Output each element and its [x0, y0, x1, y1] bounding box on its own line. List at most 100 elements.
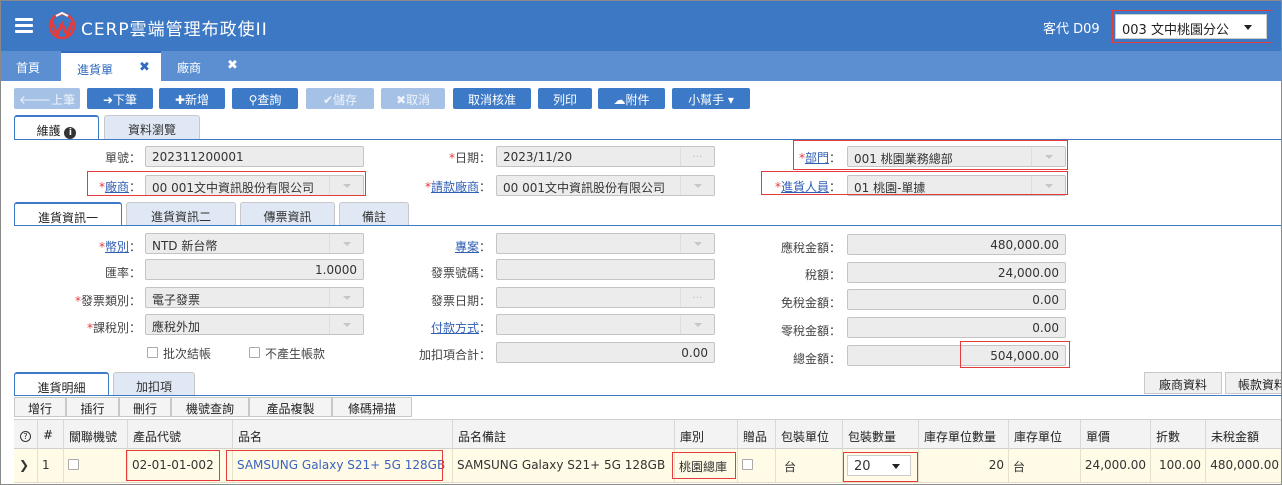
tab-purchase-order[interactable]: 進貨單 ✖: [61, 51, 161, 81]
account-info-button[interactable]: 帳款資料: [1225, 372, 1281, 394]
attach-button[interactable]: ☁附件: [598, 88, 665, 109]
divider: [14, 395, 1281, 396]
table-row[interactable]: ❯ 1 02-01-01-002 SAMSUNG Galaxy S21+ 5G …: [14, 449, 1281, 483]
stock-qty-cell[interactable]: 20: [919, 449, 1009, 483]
insert-row-button[interactable]: 插行: [66, 397, 119, 417]
payment-link[interactable]: 付款方式: [431, 321, 479, 335]
dropdown-icon[interactable]: [1031, 147, 1065, 166]
calendar-button[interactable]: …: [680, 147, 714, 166]
payment-select[interactable]: [496, 314, 715, 335]
page-tabs: 首頁 進貨單 ✖ 廠商 ✖: [1, 51, 1281, 81]
taxable-field: 480,000.00: [847, 234, 1066, 255]
taxable-label: 應稅金額：: [780, 241, 841, 255]
date-field[interactable]: 2023/11/20…: [496, 146, 715, 167]
stock-unit-cell[interactable]: 台: [1009, 449, 1081, 483]
warehouse-cell[interactable]: 桃園總庫: [675, 449, 738, 483]
save-button[interactable]: ✔儲存: [306, 88, 374, 109]
no-ap-checkbox[interactable]: [249, 347, 260, 358]
price-cell[interactable]: 24,000.00: [1081, 449, 1151, 483]
vendor-select[interactable]: 00 001文中資訊股份有限公司: [145, 175, 364, 196]
invoice-no-field[interactable]: [496, 259, 715, 280]
pack-qty-select[interactable]: 20: [847, 455, 911, 476]
tab-voucher[interactable]: 傳票資訊: [240, 202, 335, 226]
invoice-type-select[interactable]: 電子發票: [145, 287, 364, 308]
tab-vendor[interactable]: 廠商 ✖: [161, 51, 251, 81]
payment-label: 付款方式：: [430, 321, 491, 335]
product-note-cell[interactable]: SAMSUNG Galaxy S21+ 5G 128GB: [453, 449, 675, 483]
invoice-date-field[interactable]: …: [496, 287, 715, 308]
tab-deduct-items[interactable]: 加扣項: [113, 372, 195, 396]
barcode-scan-button[interactable]: 條碼掃描: [332, 397, 412, 417]
dropdown-icon[interactable]: [680, 176, 714, 195]
delete-row-button[interactable]: 刪行: [119, 397, 171, 417]
zero-tax-label: 零稅金額：: [780, 324, 841, 338]
tab-home[interactable]: 首頁: [1, 51, 61, 81]
caret-down-icon: ▾: [724, 93, 734, 107]
menu-icon[interactable]: [15, 18, 33, 33]
vendor-info-button[interactable]: 廠商資料: [1144, 372, 1222, 394]
dropdown-icon[interactable]: [680, 315, 714, 334]
pack-unit-cell[interactable]: 台: [776, 449, 843, 483]
cancel-button[interactable]: ✖取消: [381, 88, 445, 109]
row-index: 1: [38, 449, 64, 483]
cancel-approve-button[interactable]: 取消核准: [453, 88, 531, 109]
dept-link[interactable]: 部門: [805, 151, 829, 165]
buyer-link[interactable]: 進貨人員: [781, 180, 829, 194]
copy-product-button[interactable]: 產品複製: [249, 397, 332, 417]
add-button[interactable]: ✚新增: [159, 88, 225, 109]
arrow-right-icon: ➜: [102, 93, 114, 107]
deduct-field: 0.00: [496, 342, 715, 363]
add-row-button[interactable]: 增行: [14, 397, 66, 417]
project-link[interactable]: 專案: [455, 240, 479, 254]
serial-query-button[interactable]: 機號查詢: [171, 397, 249, 417]
project-select[interactable]: [496, 233, 715, 254]
query-button[interactable]: ⚲查詢: [232, 88, 298, 109]
vendor-label: *廠商：: [98, 180, 141, 194]
link-serial-checkbox[interactable]: [68, 459, 79, 470]
column-header: #: [38, 420, 64, 450]
next-button[interactable]: ➜下筆: [87, 88, 153, 109]
order-no-field[interactable]: 202311200001: [145, 146, 364, 167]
column-header: 包裝數量: [843, 420, 919, 450]
calendar-button[interactable]: …: [680, 288, 714, 307]
helper-button[interactable]: 小幫手 ▾: [672, 88, 750, 109]
gift-checkbox[interactable]: [742, 459, 753, 470]
tab-purchase-detail[interactable]: 進貨明細: [14, 372, 109, 396]
tab-browse[interactable]: 資料瀏覽: [104, 115, 200, 139]
pack-qty-cell[interactable]: 20: [843, 449, 919, 483]
gift-cell[interactable]: [738, 449, 776, 483]
tab-maintain[interactable]: 維護 i: [14, 115, 99, 139]
buyer-select[interactable]: 01 桃園-單據: [847, 175, 1066, 196]
caret-down-icon: [1244, 25, 1252, 30]
prev-button[interactable]: 🡐上筆: [14, 88, 80, 109]
invoice-type-label: *發票類別：: [74, 294, 141, 308]
tab-notes[interactable]: 備註: [339, 202, 409, 226]
currency-select[interactable]: NTD 新台幣: [145, 233, 364, 254]
batch-checkbox[interactable]: [147, 347, 158, 358]
tax-type-select[interactable]: 應稅外加: [145, 314, 364, 335]
dropdown-icon[interactable]: [329, 315, 363, 334]
currency-link[interactable]: 幣別: [105, 240, 129, 254]
help-icon[interactable]: ?: [14, 420, 38, 450]
dropdown-icon[interactable]: [1031, 176, 1065, 195]
payee-select[interactable]: 00 001文中資訊股份有限公司: [496, 175, 715, 196]
product-name-link[interactable]: SAMSUNG Galaxy S21+ 5G 128GB: [233, 449, 453, 483]
tab-info-1[interactable]: 進貨資訊一: [14, 202, 122, 226]
print-button[interactable]: 列印: [538, 88, 592, 109]
dropdown-icon[interactable]: [680, 234, 714, 253]
payee-link[interactable]: 請款廠商: [431, 180, 479, 194]
dropdown-icon[interactable]: [329, 288, 363, 307]
close-icon[interactable]: ✖: [139, 60, 150, 75]
dropdown-icon[interactable]: [329, 234, 363, 253]
zero-tax-field: 0.00: [847, 317, 1066, 338]
vendor-link[interactable]: 廠商: [105, 180, 129, 194]
link-serial-cell[interactable]: [64, 449, 128, 483]
branch-select[interactable]: 003 文中桃園分公: [1115, 14, 1267, 39]
rate-field[interactable]: 1.0000: [145, 259, 364, 280]
product-code-cell[interactable]: 02-01-01-002: [128, 449, 233, 483]
close-icon[interactable]: ✖: [227, 58, 238, 73]
tab-info-2[interactable]: 進貨資訊二: [126, 202, 236, 226]
dept-select[interactable]: 001 桃園業務總部: [847, 146, 1066, 167]
discount-cell[interactable]: 100.00: [1151, 449, 1206, 483]
dropdown-icon[interactable]: [329, 176, 363, 195]
